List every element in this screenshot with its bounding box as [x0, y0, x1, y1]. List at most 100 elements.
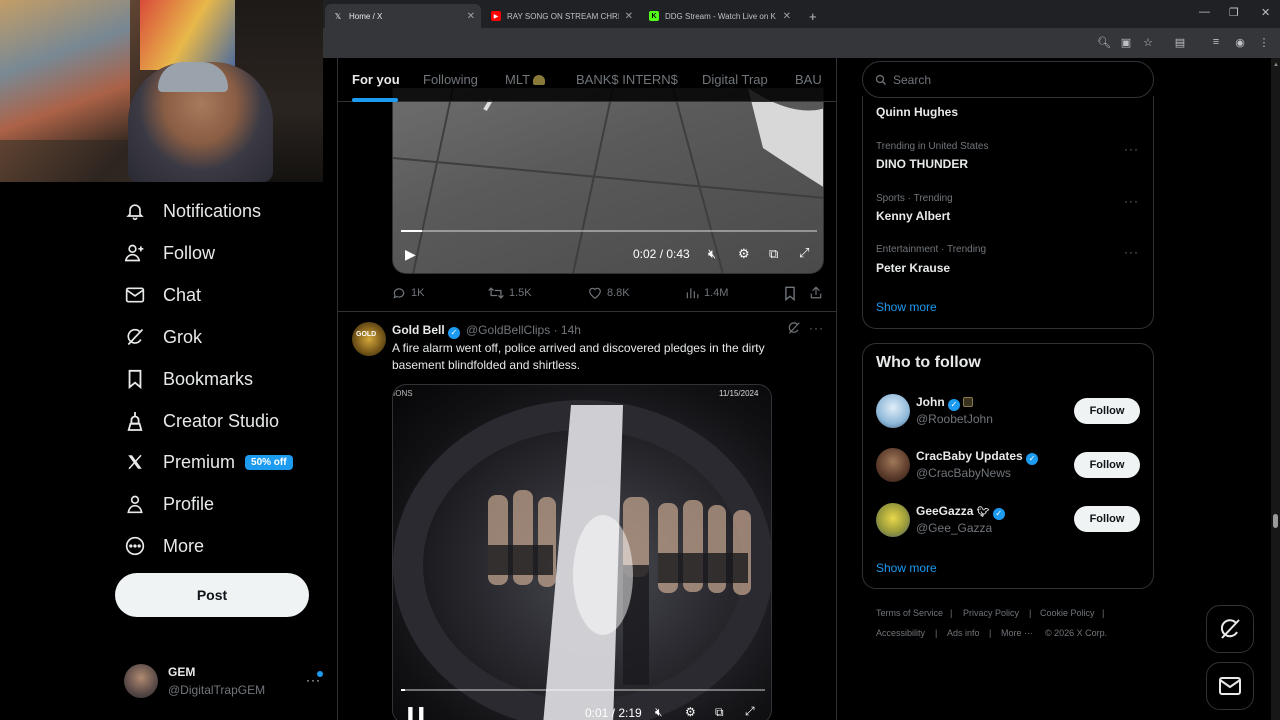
new-tab-button[interactable]: +: [801, 4, 821, 28]
close-tab-icon[interactable]: ✕: [467, 11, 475, 22]
x-logo-icon: [124, 451, 146, 473]
sidebar-item-more[interactable]: More: [124, 531, 204, 561]
post-meta: @GoldBellClips · 14h: [466, 323, 581, 337]
grok-floating-button[interactable]: [1206, 605, 1254, 653]
browser-tab-home-x[interactable]: 𝕏 Home / X ✕: [325, 4, 481, 28]
more-options-icon[interactable]: ···: [1124, 245, 1139, 259]
bookmark-star-icon[interactable]: ☆: [1141, 35, 1155, 49]
bookmark-icon[interactable]: [784, 286, 796, 306]
trend-title[interactable]: DINO THUNDER: [876, 157, 968, 171]
like-button[interactable]: 8.8K: [588, 286, 630, 300]
affiliate-badge-icon: [963, 397, 974, 407]
footer-more-link[interactable]: More ···: [1001, 628, 1033, 638]
video-player[interactable]: IONS 11/15/2024 ❚❚ 0:01 / 2:19 🔇︎ ⚙ ⧉ ⤢: [392, 384, 772, 720]
account-switcher[interactable]: GEM @DigitalTrapGEM ···: [124, 662, 324, 702]
sidebar-item-follow[interactable]: Follow: [124, 238, 215, 268]
follow-button[interactable]: Follow: [1074, 452, 1140, 478]
avatar[interactable]: GOLD: [352, 322, 386, 356]
settings-gear-icon[interactable]: ⚙: [738, 246, 750, 262]
profile-icon[interactable]: ◉: [1233, 35, 1247, 49]
trend-meta: Sports · Trending: [876, 193, 953, 204]
fullscreen-icon[interactable]: ⤢: [799, 245, 809, 261]
media-control-icon[interactable]: ≡: [1209, 35, 1223, 49]
video-progress-fill: [401, 689, 405, 691]
tab-mlt[interactable]: MLT: [505, 72, 546, 87]
minimize-icon[interactable]: —: [1199, 6, 1210, 18]
pause-icon[interactable]: ❚❚: [405, 705, 427, 720]
post-button[interactable]: Post: [115, 573, 309, 617]
tab-following[interactable]: Following: [423, 72, 478, 87]
cast-icon[interactable]: ▣: [1119, 35, 1133, 49]
avatar[interactable]: [876, 448, 910, 482]
reply-button[interactable]: 1K: [392, 286, 424, 300]
settings-gear-icon[interactable]: ⚙: [685, 705, 696, 719]
close-tab-icon[interactable]: ✕: [625, 11, 633, 22]
privacy-link[interactable]: Privacy Policy: [963, 608, 1019, 618]
video-player[interactable]: ▶ 0:02 / 0:43 🔇︎ ⚙ ⧉ ⤢: [392, 88, 824, 274]
browser-tab-youtube[interactable]: ▶ RAY SONG ON STREAM CHRIS ✕: [483, 4, 639, 28]
more-options-icon[interactable]: ···: [809, 321, 824, 335]
picture-in-picture-icon[interactable]: ⧉: [769, 246, 778, 262]
who-to-follow-show-more-link[interactable]: Show more: [876, 561, 937, 575]
ads-info-link[interactable]: Ads info: [947, 628, 980, 638]
video-progress-track[interactable]: [401, 230, 817, 232]
scrollbar-thumb[interactable]: [1273, 514, 1278, 528]
avatar[interactable]: [876, 394, 910, 428]
close-tab-icon[interactable]: ✕: [783, 11, 791, 22]
views-button[interactable]: 1.4M: [685, 286, 728, 300]
mute-icon[interactable]: 🔇︎: [708, 246, 716, 262]
browser-menu-icon[interactable]: ⋮: [1257, 35, 1271, 49]
play-icon[interactable]: ▶: [405, 246, 416, 263]
repost-button[interactable]: 1.5K: [488, 286, 532, 300]
creator-studio-icon: [124, 410, 146, 432]
sidebar-item-notifications[interactable]: Notifications: [124, 196, 261, 226]
trend-title[interactable]: Quinn Hughes: [876, 105, 958, 119]
video-progress-track[interactable]: [401, 689, 765, 691]
page-scrollbar[interactable]: ▲: [1271, 58, 1280, 720]
restore-icon[interactable]: ❐: [1229, 6, 1239, 19]
video-overlay-date: 11/15/2024: [719, 389, 759, 398]
tab-digital-trap[interactable]: Digital Trap: [702, 72, 768, 87]
sidebar-item-bookmarks[interactable]: Bookmarks: [124, 364, 253, 394]
close-window-icon[interactable]: ✕: [1261, 6, 1270, 19]
messages-floating-button[interactable]: [1206, 662, 1254, 710]
follow-button[interactable]: Follow: [1074, 506, 1140, 532]
avatar[interactable]: [876, 503, 910, 537]
share-icon[interactable]: [809, 285, 823, 305]
grok-analyze-icon[interactable]: [787, 321, 801, 340]
trends-show-more-link[interactable]: Show more: [876, 300, 937, 314]
tab-bau[interactable]: BAU: [795, 72, 822, 87]
browser-tab-kick[interactable]: K DDG Stream - Watch Live on K ✕: [641, 4, 797, 28]
trend-title[interactable]: Kenny Albert: [876, 209, 950, 223]
cookie-policy-link[interactable]: Cookie Policy: [1040, 608, 1095, 618]
tab-for-you[interactable]: For you: [352, 72, 400, 87]
sidebar-item-premium[interactable]: Premium 50% off: [124, 447, 293, 477]
side-panel-icon[interactable]: ▤: [1173, 35, 1187, 49]
sidebar-item-creator-studio[interactable]: Creator Studio: [124, 406, 279, 436]
post-author-handle[interactable]: @GoldBellClips: [466, 323, 550, 337]
wall-painting: [140, 0, 235, 70]
post-author-name[interactable]: Gold Bell ✓: [392, 323, 461, 339]
user-name[interactable]: CracBaby Updates ✓: [916, 449, 1039, 465]
sidebar-item-chat[interactable]: Chat: [124, 280, 201, 310]
footer-separator: |: [989, 628, 992, 638]
scroll-up-icon[interactable]: ▲: [1273, 62, 1279, 68]
follow-button[interactable]: Follow: [1074, 398, 1140, 424]
sidebar-item-grok[interactable]: Grok: [124, 322, 202, 352]
repost-icon: [488, 287, 504, 299]
user-name[interactable]: John ✓: [916, 395, 974, 411]
more-options-icon[interactable]: ···: [1124, 194, 1139, 208]
user-name[interactable]: GeeGazza 🐦︎ ✓: [916, 504, 1005, 520]
trend-title[interactable]: Peter Krause: [876, 261, 950, 275]
post-timestamp[interactable]: 14h: [561, 323, 581, 337]
mute-icon[interactable]: 🔇︎: [655, 705, 663, 720]
zoom-icon[interactable]: 🔍︎: [1097, 35, 1111, 49]
terms-link[interactable]: Terms of Service: [876, 608, 943, 618]
tab-banks-interns[interactable]: BANK$ INTERN$: [576, 72, 678, 87]
fullscreen-icon[interactable]: ⤢: [745, 704, 755, 719]
accessibility-link[interactable]: Accessibility: [876, 628, 925, 638]
more-options-icon[interactable]: ···: [1124, 142, 1139, 156]
picture-in-picture-icon[interactable]: ⧉: [715, 705, 724, 720]
search-input[interactable]: Search: [862, 61, 1154, 98]
sidebar-item-profile[interactable]: Profile: [124, 489, 214, 519]
